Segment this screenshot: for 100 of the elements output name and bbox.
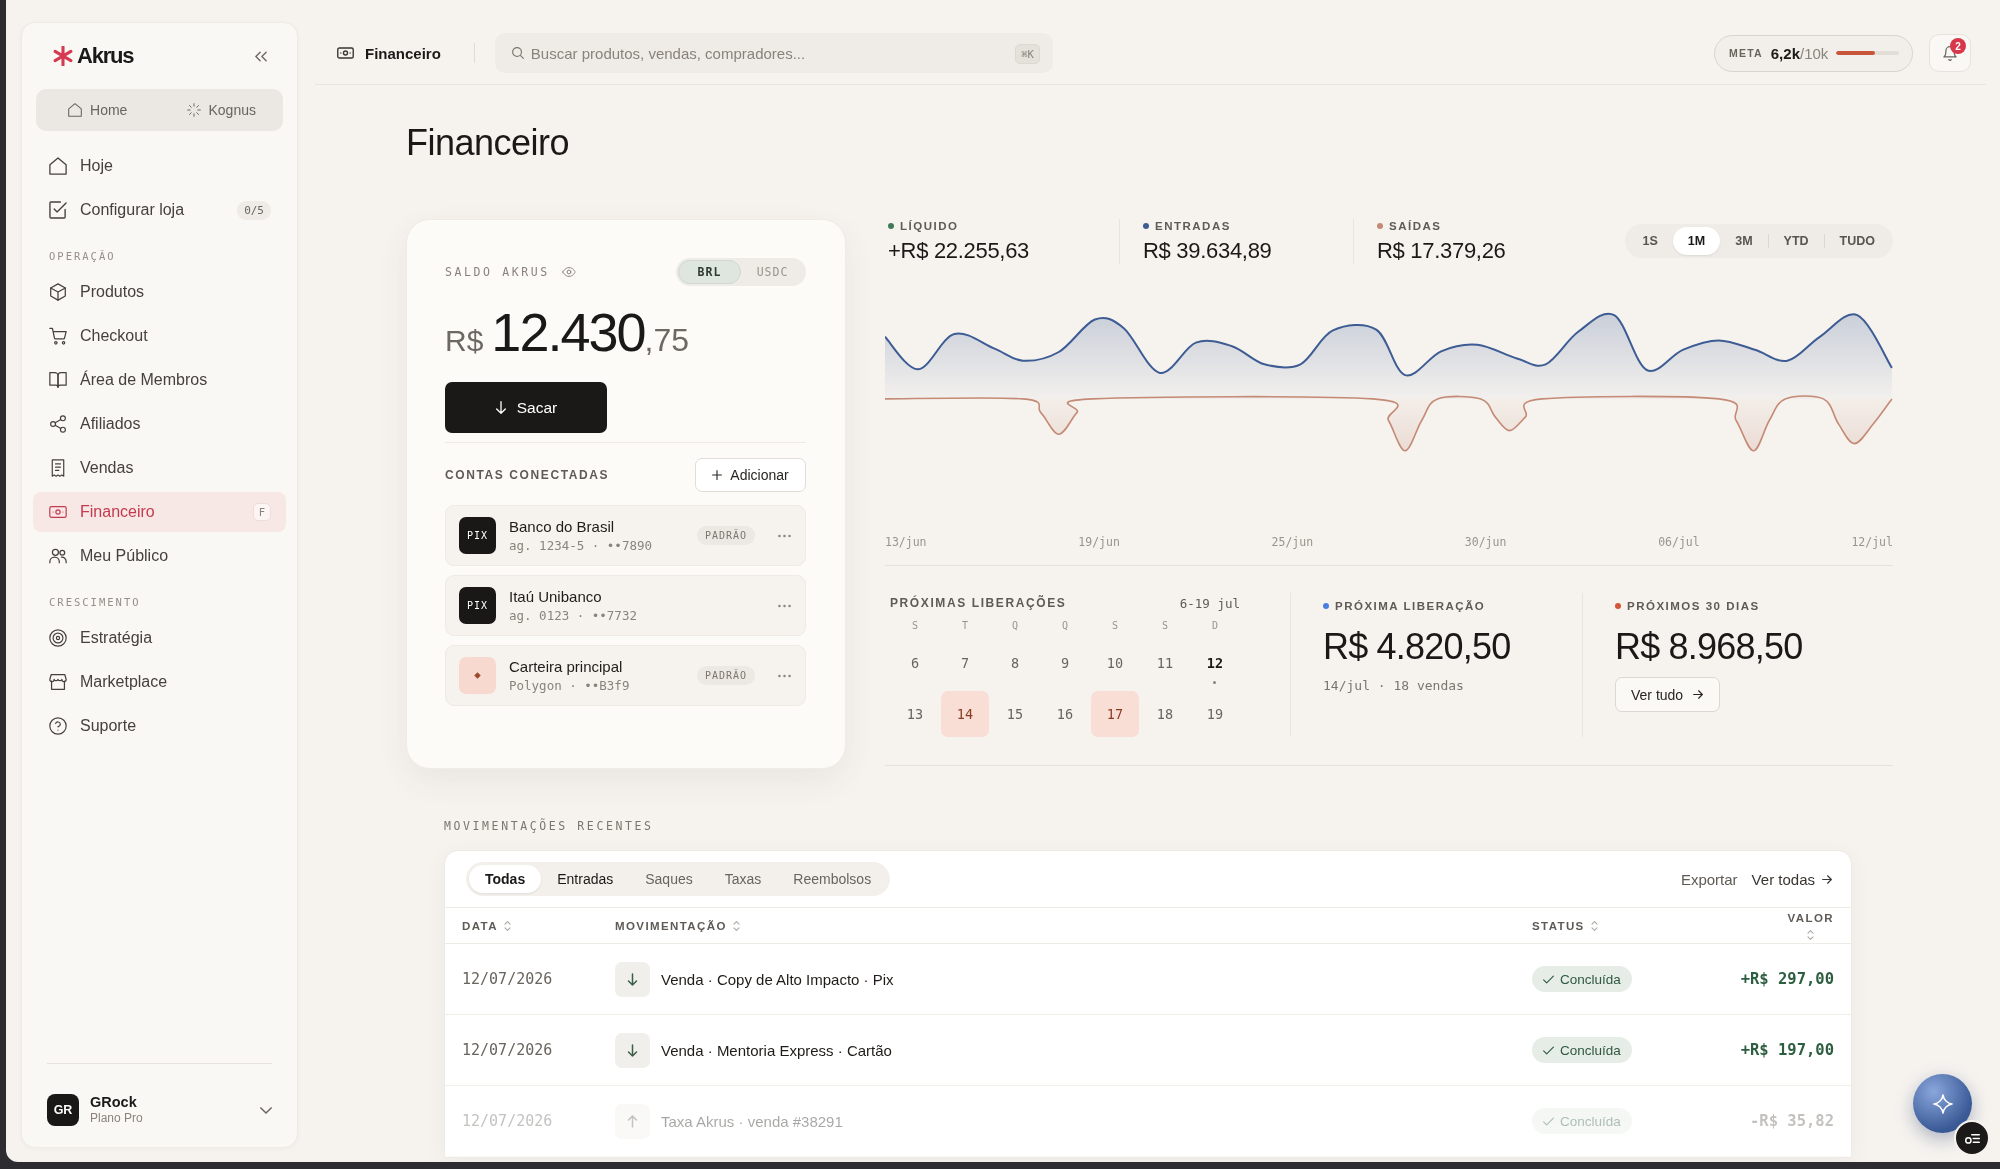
calendar-day[interactable]: 13 xyxy=(891,691,939,737)
chevron-down-icon[interactable] xyxy=(260,1106,272,1114)
calendar-day[interactable]: 9 xyxy=(1041,640,1089,686)
period-option[interactable]: 3M xyxy=(1720,227,1768,255)
cart-icon xyxy=(49,327,67,345)
nav-item[interactable]: Marketplace xyxy=(33,662,286,702)
mode-tab[interactable]: Kognus xyxy=(159,89,283,131)
arrow-down-icon xyxy=(615,961,650,997)
nav-item[interactable]: Hoje xyxy=(33,146,286,186)
calendar-day[interactable]: 18 xyxy=(1141,691,1189,737)
view-all-link[interactable]: Ver todas xyxy=(1751,870,1832,888)
filter-tab[interactable]: Taxas xyxy=(708,865,778,893)
weekday-label: Q xyxy=(1062,620,1068,632)
arrow-right-icon xyxy=(1822,874,1832,884)
receipt-icon xyxy=(49,459,67,477)
nav-item[interactable]: Checkout xyxy=(33,316,286,356)
more-icon[interactable] xyxy=(778,673,791,678)
calendar-day[interactable]: 15 xyxy=(991,691,1039,737)
withdraw-button[interactable]: Sacar xyxy=(445,382,607,433)
eye-icon[interactable] xyxy=(561,267,576,277)
period-option[interactable]: TUDO xyxy=(1824,227,1890,255)
nav-item[interactable]: Configurar loja 0/5 xyxy=(33,190,286,230)
more-icon[interactable] xyxy=(778,533,791,538)
cube-icon xyxy=(49,283,67,301)
amount-cell: +R$ 297,00 xyxy=(1740,970,1834,988)
currency-option[interactable]: BRL xyxy=(678,260,741,284)
account-name: Carteira principal xyxy=(509,657,623,676)
description-cell: Venda · Copy de Alto Impacto · Pix xyxy=(661,970,894,988)
check-square-icon xyxy=(49,201,67,219)
sparkle-icon xyxy=(1932,1093,1953,1114)
filter-tab[interactable]: Todas xyxy=(469,865,542,893)
calendar-day[interactable]: 14 xyxy=(941,691,989,737)
weekday-label: S xyxy=(1162,620,1168,632)
column-header[interactable]: DATA xyxy=(462,919,511,932)
shortcut-key: F xyxy=(252,503,271,521)
double-chevron-left-icon[interactable] xyxy=(255,50,267,62)
filter-tab[interactable]: Saques xyxy=(629,865,709,893)
period-option[interactable]: YTD xyxy=(1768,227,1824,255)
stat-value: +R$ 22.255,63 xyxy=(888,238,1030,264)
status-text: Concluída xyxy=(1560,1113,1621,1129)
help-icon xyxy=(49,717,67,735)
weekday-label: Q xyxy=(1012,620,1018,632)
column-header[interactable]: STATUS xyxy=(1532,919,1598,932)
mode-tab[interactable]: Home xyxy=(36,89,160,131)
axis-label: 25/jun xyxy=(1271,534,1314,550)
nav-item[interactable]: Suporte xyxy=(33,706,286,746)
calendar-day[interactable]: 12 xyxy=(1191,640,1239,686)
filter-tab[interactable]: Reembolsos xyxy=(777,865,888,893)
calendar-day[interactable]: 10 xyxy=(1091,640,1139,686)
description-cell: Venda · Mentoria Express · Cartão xyxy=(661,1041,892,1059)
weekday-label: D xyxy=(1212,620,1218,632)
column-header[interactable]: VALOR xyxy=(1787,911,1834,940)
release-amount: R$ 8.968,50 xyxy=(1615,625,1803,669)
user-plan: Plano Pro xyxy=(90,1111,143,1126)
period-option[interactable]: 1M xyxy=(1672,227,1721,255)
axis-label: 30/jun xyxy=(1464,534,1507,550)
sort-icon xyxy=(503,920,511,931)
account-detail: ag. 1234-5 · ••7890 xyxy=(509,537,652,554)
nav-item[interactable]: Afiliados xyxy=(33,404,286,444)
amount-cell: -R$ 35,82 xyxy=(1750,1112,1834,1130)
section-heading: OPERAÇÃO xyxy=(49,249,116,263)
view-all-button[interactable]: Ver tudo xyxy=(1615,677,1721,712)
axis-label: 12/jul xyxy=(1851,534,1893,550)
share-icon xyxy=(49,415,67,433)
export-link[interactable]: Exportar xyxy=(1680,870,1738,888)
nav-item[interactable]: Financeiro F xyxy=(33,492,286,532)
status-text: Concluída xyxy=(1560,971,1621,987)
balance-amount: 12.430 xyxy=(491,302,645,362)
calendar-day[interactable]: 17 xyxy=(1091,691,1139,737)
nav-item[interactable]: Área de Membros xyxy=(33,360,286,400)
nav-item[interactable]: Vendas xyxy=(33,448,286,488)
period-option[interactable]: 1S xyxy=(1627,227,1673,255)
balance-cents: ,75 xyxy=(644,322,689,359)
calendar-day[interactable]: 7 xyxy=(941,640,989,686)
calendar-day[interactable]: 16 xyxy=(1041,691,1089,737)
date-cell: 12/07/2026 xyxy=(462,970,553,988)
page-title: Financeiro xyxy=(406,121,570,165)
filter-tab[interactable]: Entradas xyxy=(541,865,630,893)
date-range: 6-19 jul xyxy=(1179,595,1240,611)
axis-label: 13/jun xyxy=(885,534,927,550)
nav-item[interactable]: Meu Público xyxy=(33,536,286,576)
more-icon[interactable] xyxy=(778,603,791,608)
check-icon xyxy=(1543,1045,1554,1055)
house-icon xyxy=(68,103,83,117)
calendar-day[interactable]: 19 xyxy=(1191,691,1239,737)
currency-symbol: R$ xyxy=(445,324,484,358)
calendar-day[interactable]: 6 xyxy=(891,640,939,686)
axis-label: 06/jul xyxy=(1658,534,1700,550)
nav-item[interactable]: Produtos xyxy=(33,272,286,312)
stat-label: PRÓXIMA LIBERAÇÃO xyxy=(1335,599,1486,613)
calendar-day[interactable]: 8 xyxy=(991,640,1039,686)
list-icon xyxy=(1964,1132,1980,1144)
default-tag: PADRÃO xyxy=(696,666,755,685)
search-icon xyxy=(511,47,524,59)
calendar-day[interactable]: 11 xyxy=(1141,640,1189,686)
nav-item[interactable]: Estratégia xyxy=(33,618,286,658)
column-header[interactable]: MOVIMENTAÇÃO xyxy=(615,919,740,932)
add-button[interactable]: Adicionar xyxy=(695,458,806,492)
notifications-button[interactable]: 2 xyxy=(1929,34,1971,72)
notification-count: 2 xyxy=(1950,38,1966,54)
